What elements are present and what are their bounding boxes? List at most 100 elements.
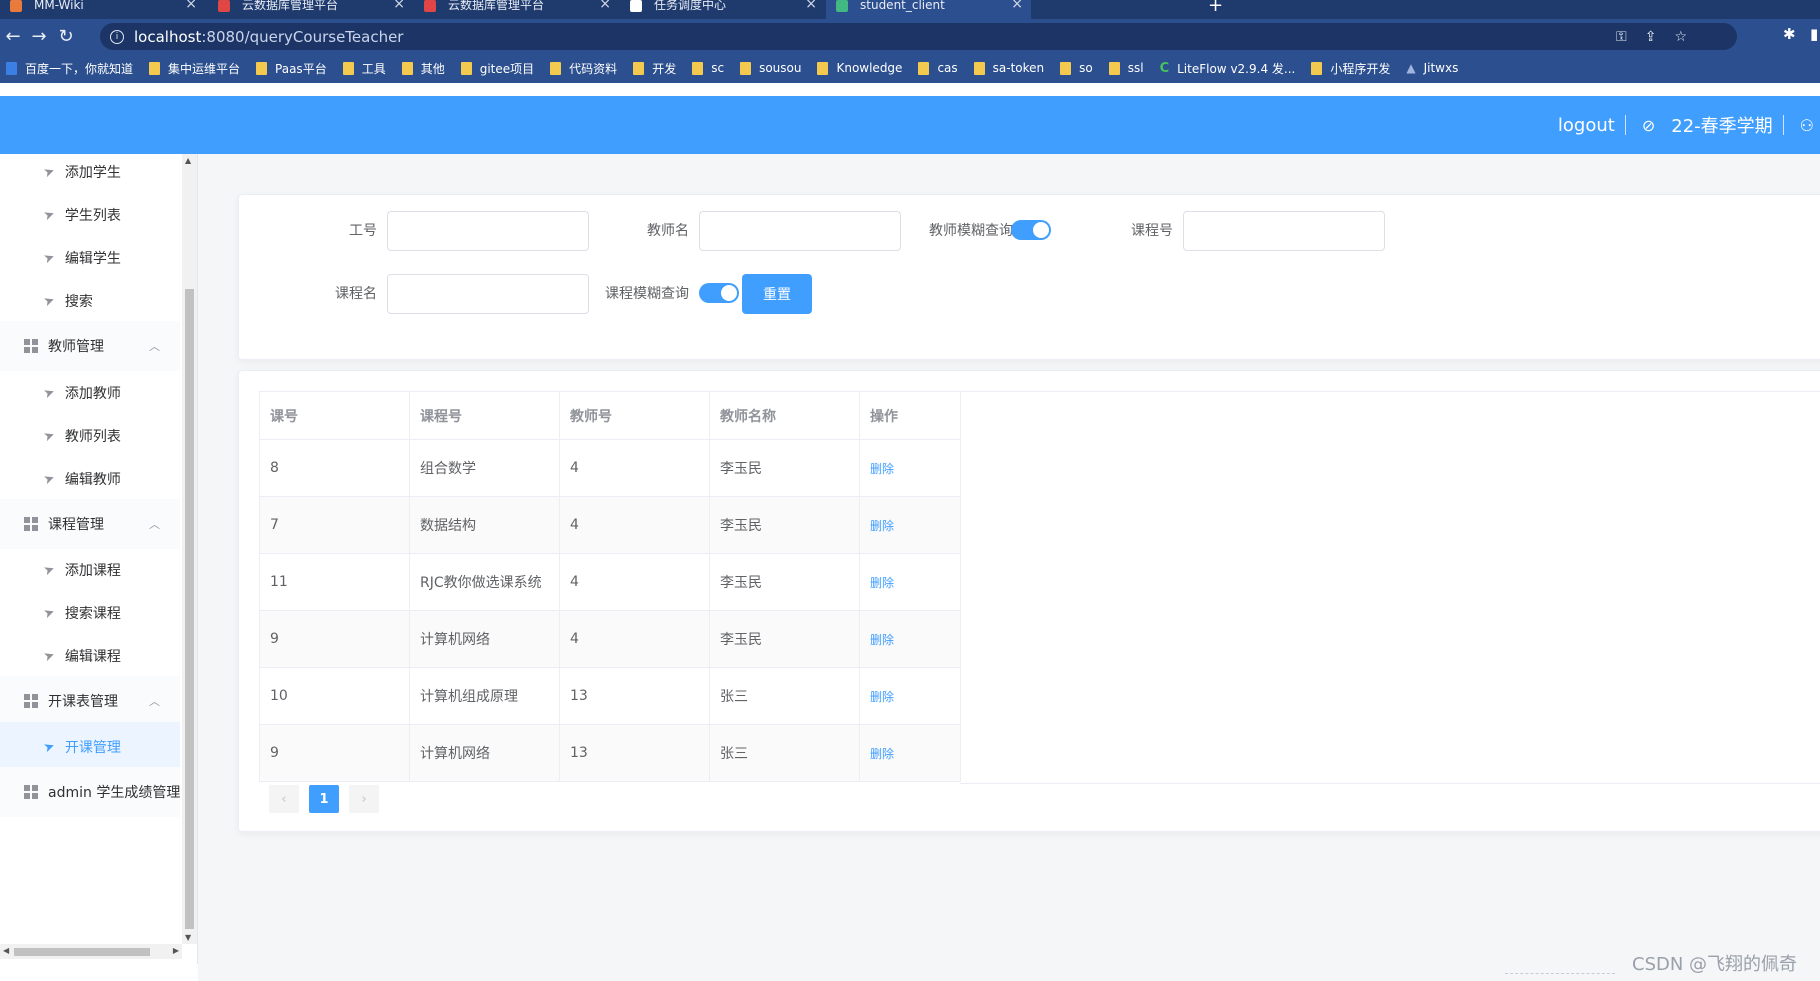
sidebar-group[interactable]: 教师管理 ︿ [0,321,180,371]
action-cell: 删除 [859,667,961,725]
scrollbar-thumb[interactable] [14,948,150,956]
delete-link[interactable]: 删除 [870,690,894,704]
teacher-id-input[interactable] [387,211,589,251]
scroll-down-arrow-icon[interactable]: ▼ [185,933,191,942]
table-row: 7 数据结构 4 李玉民 删除 [259,496,961,554]
scroll-up-arrow-icon[interactable]: ▲ [185,156,191,165]
sidebar-vertical-scrollbar[interactable]: ▲ ▼ [182,154,197,944]
star-icon[interactable]: ☆ [1674,29,1687,45]
sidebar-horizontal-scrollbar[interactable]: ◀ ▶ [0,944,182,959]
sidebar-item-label: 添加教师 [64,386,121,402]
delete-link[interactable]: 删除 [870,519,894,533]
bookmark-label: ssl [1127,61,1144,75]
sidebar-group[interactable]: admin 学生成绩管理 [0,767,180,817]
folder-icon [1108,61,1120,75]
tab-close-icon[interactable]: × [599,0,611,12]
teacher-name-label: 教师名 [647,223,689,239]
teacher-name-input[interactable] [699,211,901,251]
sidebar-group[interactable]: 课程管理 ︿ [0,499,180,549]
course-id-input[interactable] [1183,211,1385,251]
folder-icon [973,61,985,75]
bookmark-item[interactable]: Knowledge [817,61,902,75]
bookmark-item[interactable]: sousou [740,61,801,75]
paper-plane-icon: ➤ [41,249,58,267]
bookmark-item[interactable]: 代码资料 [550,60,617,77]
key-icon[interactable]: ⚿ [1616,29,1627,45]
course-name-input[interactable] [387,274,589,314]
reload-icon[interactable]: ↻ [55,25,77,47]
teacher-fuzzy-switch[interactable] [1011,220,1051,240]
sidepanel-icon[interactable]: ▮ [1810,25,1818,43]
course-fuzzy-switch[interactable] [699,283,739,303]
semester-label[interactable]: 22-春季学期 [1671,112,1772,138]
browser-tab[interactable]: student_client × [826,0,1031,19]
table-row: 10 计算机组成原理 13 张三 删除 [259,667,961,725]
paper-plane-icon: ➤ [41,206,58,224]
delete-link[interactable]: 删除 [870,747,894,761]
tab-close-icon[interactable]: × [805,0,817,12]
browser-tab[interactable]: 云数据库管理平台 × [208,0,413,19]
delete-link[interactable]: 删除 [870,576,894,590]
tab-close-icon[interactable]: × [185,0,197,12]
chevron-up-icon: ︿ [149,340,160,353]
tab-close-icon[interactable]: × [393,0,405,12]
bookmark-item[interactable]: 百度一下，你就知道 [6,60,133,77]
bookmark-item[interactable]: 其他 [401,60,445,77]
logout-link[interactable]: logout [1558,115,1615,136]
scroll-left-arrow-icon[interactable]: ◀ [3,946,9,955]
sidebar-menu: ➤ 添加学生 ➤ 学生列表 ➤ 编辑学生 ➤ 搜索 教师管理 ︿ ➤ 添加教师 ➤ 教师列表 ➤ 编辑教师 课程… [0,154,198,964]
bookmark-item[interactable]: 小程序开发 [1311,60,1390,77]
search-form-card: 工号 教师名 教师模糊查询 课程号 课程名 课程模糊查询 重置 [238,194,1820,360]
site-info-icon[interactable]: i [110,29,124,44]
sidebar-item-label: 搜索课程 [64,606,121,622]
bookmark-item[interactable]: Paas平台 [256,60,327,77]
extensions-icon[interactable]: ✱ [1783,25,1796,43]
sidebar-item[interactable]: ➤ 开课管理 [0,722,180,772]
browser-tab[interactable]: 任务调度中心 × [620,0,825,19]
sidebar-item[interactable]: ➤ 编辑教师 [0,454,180,504]
bookmark-label: 开发 [652,61,677,76]
next-page-button[interactable]: › [349,785,379,813]
bookmark-item[interactable]: sc [692,61,724,75]
sidebar-item[interactable]: ➤ 编辑课程 [0,631,180,681]
bookmark-label: 小程序开发 [1330,61,1391,76]
table-empty-area [960,391,1820,784]
paper-plane-icon: ➤ [41,427,58,445]
course-teacher-table: 课号 课程号 教师号 教师名称 操作 8 组合数学 4 李玉民 删除 7 数据结构 4 李玉民删… [259,391,961,782]
scroll-right-arrow-icon[interactable]: ▶ [173,946,179,955]
url-field[interactable]: i localhost:8080/queryCourseTeacher ⚿ ⇪ … [100,23,1737,50]
bookmark-item[interactable]: ssl [1108,61,1144,75]
url-path: :8080/queryCourseTeacher [201,27,404,46]
tab-close-icon[interactable]: × [1011,0,1023,12]
new-tab-button[interactable]: + [1208,0,1223,16]
bookmark-item[interactable]: so [1060,61,1093,75]
user-icon[interactable]: ⚇ [1800,116,1814,135]
bookmark-item[interactable]: 集中运维平台 [149,60,240,77]
scrollbar-thumb[interactable] [185,289,194,929]
bookmark-item[interactable]: ▲ Jitwxs [1406,61,1458,75]
paper-plane-icon: ➤ [41,647,58,665]
prev-page-button[interactable]: ‹ [269,785,299,813]
page-number-button[interactable]: 1 [309,785,339,813]
table-row: 8 组合数学 4 李玉民 删除 [259,439,961,497]
delete-link[interactable]: 删除 [870,462,894,476]
forward-arrow-icon[interactable]: → [28,25,50,47]
browser-tab[interactable]: MM-Wiki × [0,0,205,19]
sidebar-item-label: 编辑教师 [64,472,121,488]
bookmark-item[interactable]: 工具 [342,60,386,77]
bookmark-item[interactable]: C LiteFlow v2.9.4 发... [1160,60,1296,77]
paper-plane-icon: ➤ [41,292,58,310]
bookmark-item[interactable]: sa-token [973,61,1044,75]
bookmark-item[interactable]: 开发 [633,60,676,77]
back-arrow-icon[interactable]: ← [2,25,24,47]
reset-button[interactable]: 重置 [742,274,812,314]
browser-tab[interactable]: 云数据库管理平台 × [414,0,619,19]
column-header: 课号 [259,391,410,440]
sidebar-group[interactable]: 开课表管理 ︿ [0,676,180,726]
share-icon[interactable]: ⇪ [1645,29,1657,45]
sidebar-item[interactable]: ➤ 搜索 [0,276,180,326]
bookmark-item[interactable]: cas [918,61,958,75]
bookmark-item[interactable]: gitee项目 [460,60,534,77]
delete-link[interactable]: 删除 [870,633,894,647]
grid-icon [24,517,38,531]
